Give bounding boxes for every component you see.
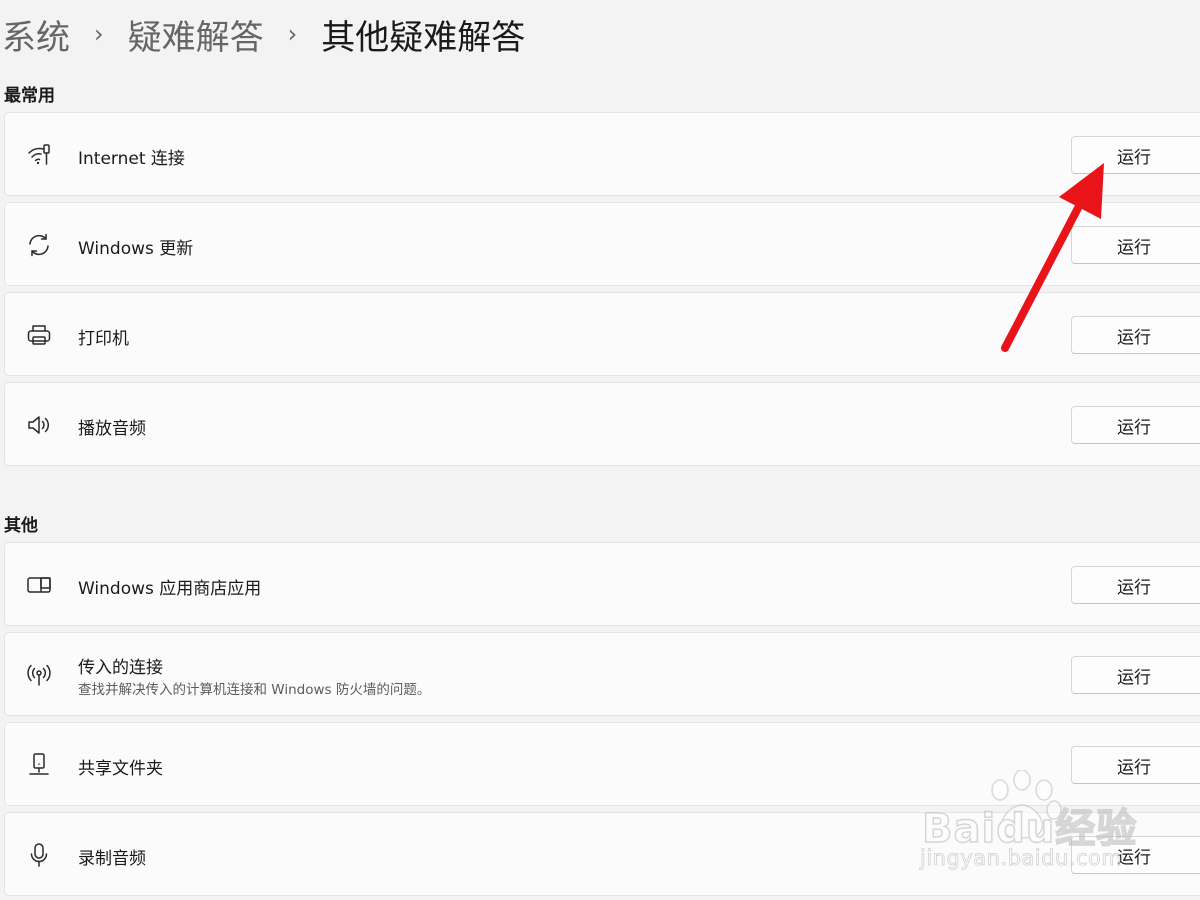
breadcrumb-troubleshoot-link[interactable]: 疑难解答 xyxy=(128,10,264,59)
run-button[interactable]: 运行 xyxy=(1071,566,1200,604)
run-button[interactable]: 运行 xyxy=(1071,136,1200,174)
troubleshooter-title: Internet 连接 xyxy=(78,149,185,169)
troubleshooter-title: Windows 更新 xyxy=(78,239,194,259)
run-button[interactable]: 运行 xyxy=(1071,226,1200,264)
microphone-icon xyxy=(25,841,53,869)
troubleshoot-page: 系统 › 疑难解答 › 其他疑难解答 最常用 Internet 连接 运行 Wi… xyxy=(0,0,1200,900)
troubleshooter-title: Windows 应用商店应用 xyxy=(78,579,262,599)
breadcrumb-system-link[interactable]: 系统 xyxy=(2,10,70,59)
troubleshooter-item-play-audio: 播放音频 运行 xyxy=(4,382,1200,466)
troubleshooter-title: 播放音频 xyxy=(78,419,146,439)
run-button[interactable]: 运行 xyxy=(1071,836,1200,874)
troubleshooter-title: 录制音频 xyxy=(78,849,146,869)
section-heading-frequent: 最常用 xyxy=(4,86,55,106)
speaker-icon xyxy=(25,411,53,439)
chevron-right-icon: › xyxy=(94,20,104,48)
troubleshooter-title: 打印机 xyxy=(78,329,129,349)
troubleshooter-item-store-apps: Windows 应用商店应用 运行 xyxy=(4,542,1200,626)
run-button[interactable]: 运行 xyxy=(1071,316,1200,354)
troubleshooter-item-record-audio: 录制音频 运行 xyxy=(4,812,1200,896)
chevron-right-icon: › xyxy=(287,20,298,48)
run-button[interactable]: 运行 xyxy=(1071,746,1200,784)
breadcrumb: 系统 › 疑难解答 › 其他疑难解答 xyxy=(2,8,525,60)
troubleshooter-title: 共享文件夹 xyxy=(78,759,163,779)
troubleshooter-description: 查找并解决传入的计算机连接和 Windows 防火墙的问题。 xyxy=(78,682,431,698)
antenna-icon xyxy=(25,661,53,689)
printer-icon xyxy=(25,321,53,349)
troubleshooter-title: 传入的连接 xyxy=(78,658,163,678)
page-title: 其他疑难解答 xyxy=(321,17,526,58)
troubleshooter-item-internet: Internet 连接 运行 xyxy=(4,112,1200,196)
troubleshooter-item-printer: 打印机 运行 xyxy=(4,292,1200,376)
refresh-icon xyxy=(25,231,53,259)
run-button[interactable]: 运行 xyxy=(1071,656,1200,694)
section-heading-other: 其他 xyxy=(4,516,38,536)
shared-folder-icon xyxy=(25,751,53,779)
troubleshooter-item-incoming-connections: 传入的连接 查找并解决传入的计算机连接和 Windows 防火墙的问题。 运行 xyxy=(4,632,1200,716)
troubleshooter-item-shared-folders: 共享文件夹 运行 xyxy=(4,722,1200,806)
store-app-icon xyxy=(25,571,53,599)
run-button[interactable]: 运行 xyxy=(1071,406,1200,444)
wifi-icon xyxy=(25,141,53,169)
troubleshooter-item-windows-update: Windows 更新 运行 xyxy=(4,202,1200,286)
